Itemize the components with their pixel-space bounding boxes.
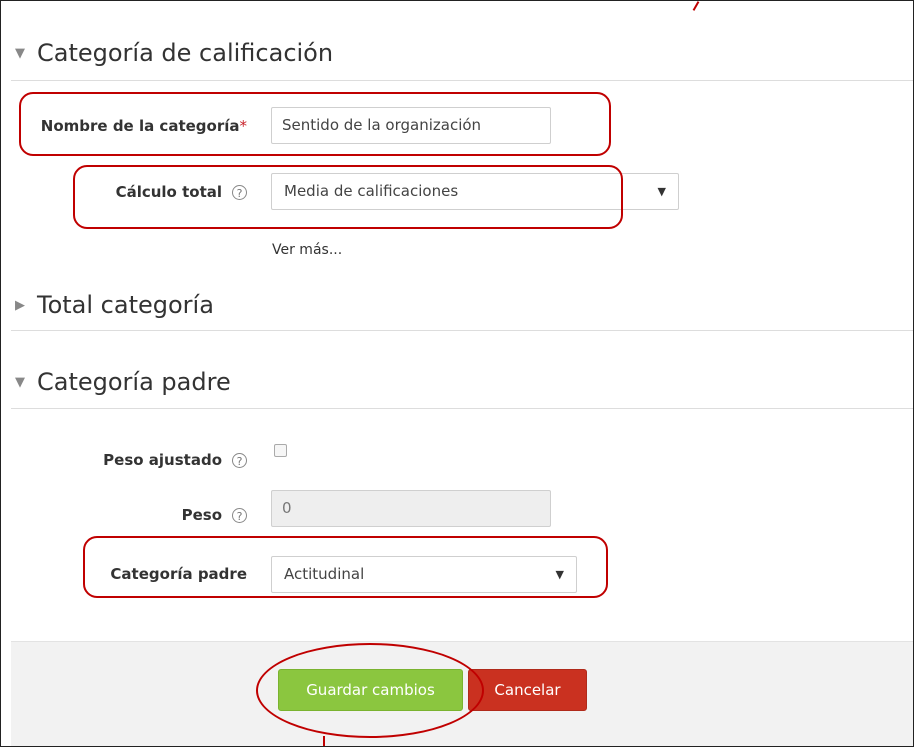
chevron-down-icon: ▼	[555, 568, 564, 581]
section-title: Categoría padre	[37, 368, 231, 396]
save-button[interactable]: Guardar cambios	[278, 669, 463, 711]
settings-form: ▼ Categoría de calificación Nombre de la…	[0, 0, 914, 747]
weight-input[interactable]: 0	[271, 490, 551, 527]
help-icon[interactable]: ?	[232, 508, 247, 523]
parent-category-select-value: Actitudinal	[284, 565, 365, 583]
help-icon[interactable]: ?	[232, 185, 247, 200]
aggregation-select[interactable]: Media de calificaciones ▼	[271, 173, 679, 210]
parent-category-label-text: Categoría padre	[110, 565, 247, 583]
parent-category-label: Categoría padre	[21, 565, 247, 583]
divider	[11, 80, 913, 81]
weight-adjusted-label: Peso ajustado?	[21, 451, 247, 469]
triangle-down-icon: ▼	[15, 45, 25, 61]
annotation-line-top	[692, 1, 700, 11]
section-parent-category-header[interactable]: ▼ Categoría padre	[15, 368, 231, 396]
required-mark: *	[239, 117, 248, 135]
section-category-total-header[interactable]: ▶ Total categoría	[15, 291, 214, 319]
triangle-right-icon: ▶	[15, 297, 25, 313]
aggregation-label-text: Cálculo total	[115, 183, 222, 201]
category-name-input[interactable]: Sentido de la organización	[271, 107, 551, 144]
annotation-line-bottom	[323, 736, 325, 746]
chevron-down-icon: ▼	[657, 185, 666, 198]
parent-category-select[interactable]: Actitudinal ▼	[271, 556, 577, 593]
section-title: Total categoría	[37, 291, 214, 319]
weight-adjusted-label-text: Peso ajustado	[103, 451, 222, 469]
divider	[11, 408, 913, 409]
section-grade-category-header[interactable]: ▼ Categoría de calificación	[15, 39, 333, 67]
show-more-link[interactable]: Ver más...	[272, 242, 342, 258]
triangle-down-icon: ▼	[15, 374, 25, 390]
category-name-label: Nombre de la categoría*	[21, 117, 247, 135]
category-name-label-text: Nombre de la categoría	[40, 117, 240, 135]
weight-adjusted-checkbox[interactable]	[274, 444, 287, 457]
aggregation-select-value: Media de calificaciones	[284, 182, 459, 200]
cancel-button[interactable]: Cancelar	[468, 669, 587, 711]
weight-label: Peso?	[21, 506, 247, 524]
help-icon[interactable]: ?	[232, 453, 247, 468]
weight-label-text: Peso	[181, 506, 222, 524]
divider	[11, 330, 913, 331]
aggregation-label: Cálculo total?	[21, 183, 247, 201]
section-title: Categoría de calificación	[37, 39, 334, 67]
